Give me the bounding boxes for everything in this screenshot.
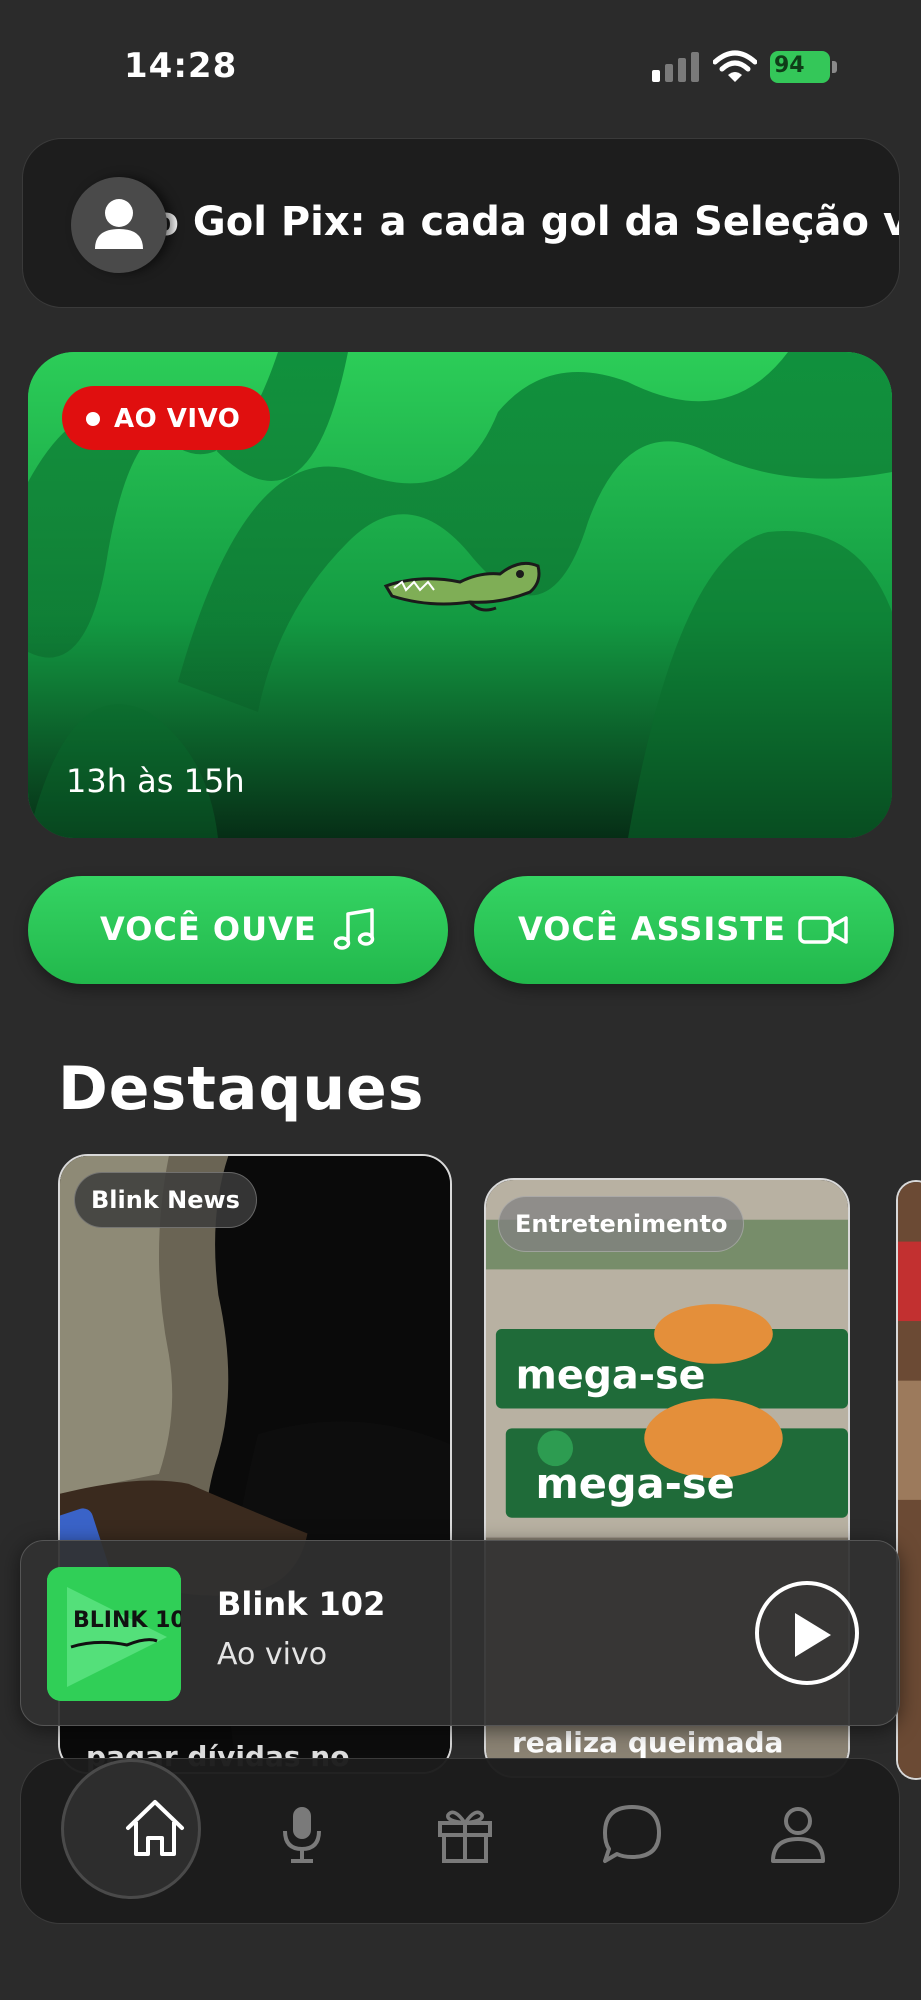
play-icon: [795, 1613, 831, 1657]
play-button[interactable]: [755, 1581, 859, 1685]
live-dot-icon: [86, 412, 100, 426]
highlights-title: Destaques: [58, 1054, 425, 1124]
svg-text:mega-se: mega-se: [516, 1353, 706, 1399]
live-hero-banner[interactable]: AO VIVO 13h às 15h: [28, 352, 892, 838]
profile-icon[interactable]: [765, 1801, 831, 1867]
news-ticker[interactable]: no Gol Pix: a cada gol da Seleção vo: [22, 138, 900, 308]
battery-indicator: 94: [770, 51, 838, 83]
status-bar: 14:28 94: [0, 0, 921, 130]
status-time: 14:28: [124, 46, 238, 86]
bottom-navigation: [20, 1758, 900, 1924]
watch-label: VOCÊ ASSISTE: [518, 910, 786, 948]
user-icon[interactable]: [71, 177, 167, 273]
watch-button[interactable]: VOCÊ ASSISTE: [474, 876, 894, 984]
chat-icon[interactable]: [599, 1801, 665, 1867]
nav-home[interactable]: [61, 1759, 201, 1899]
category-tag: Blink News: [74, 1172, 257, 1228]
live-badge: AO VIVO: [62, 386, 270, 450]
svg-text:mega-se: mega-se: [535, 1459, 734, 1508]
player-subtitle: Ao vivo: [217, 1637, 328, 1672]
music-note-icon: [333, 908, 375, 950]
schedule-text: 13h às 15h: [66, 762, 245, 800]
home-icon: [126, 1800, 184, 1856]
category-tag: Entretenimento: [498, 1196, 745, 1252]
microphone-icon[interactable]: [269, 1801, 335, 1867]
svg-text:BLINK 102FM: BLINK 102FM: [73, 1608, 181, 1633]
battery-level: 94: [774, 53, 805, 78]
mini-player[interactable]: BLINK 102FM Blink 102 Ao vivo: [20, 1540, 900, 1726]
card-caption: realiza queimada: [512, 1726, 784, 1759]
signal-icon: [652, 52, 699, 82]
crocodile-logo-icon: [383, 561, 541, 612]
gift-icon[interactable]: [432, 1801, 498, 1867]
wifi-icon: [713, 50, 757, 82]
station-logo: BLINK 102FM: [47, 1567, 181, 1701]
listen-button[interactable]: VOCÊ OUVE: [28, 876, 448, 984]
listen-label: VOCÊ OUVE: [100, 910, 317, 948]
video-camera-icon: [798, 916, 848, 944]
ticker-text: no Gol Pix: a cada gol da Seleção vo: [123, 199, 900, 245]
player-title: Blink 102: [217, 1585, 386, 1623]
card-image: [898, 1182, 921, 1778]
live-badge-label: AO VIVO: [114, 404, 241, 434]
